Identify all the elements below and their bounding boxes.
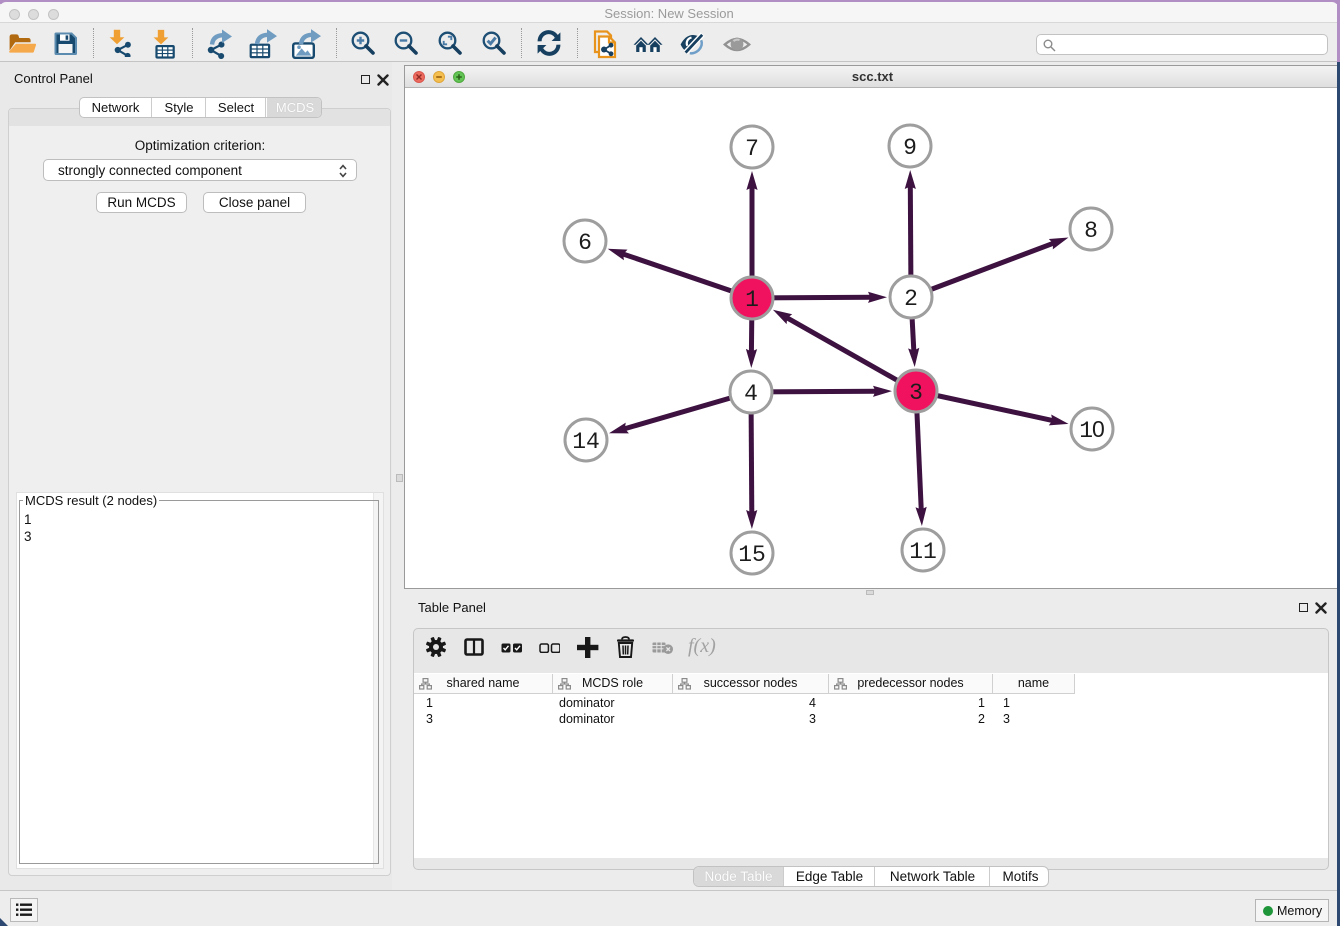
svg-text:14: 14: [572, 429, 600, 455]
svg-text:6: 6: [578, 230, 592, 256]
svg-text:15: 15: [738, 542, 766, 568]
svg-text:10: 10: [1079, 416, 1105, 444]
svg-text:2: 2: [904, 286, 918, 312]
svg-text:8: 8: [1084, 218, 1098, 244]
svg-text:3: 3: [909, 380, 923, 406]
svg-text:9: 9: [903, 135, 917, 161]
svg-text:7: 7: [745, 136, 759, 162]
svg-text:1: 1: [745, 287, 759, 313]
svg-text:4: 4: [744, 381, 758, 407]
svg-text:11: 11: [909, 539, 937, 565]
